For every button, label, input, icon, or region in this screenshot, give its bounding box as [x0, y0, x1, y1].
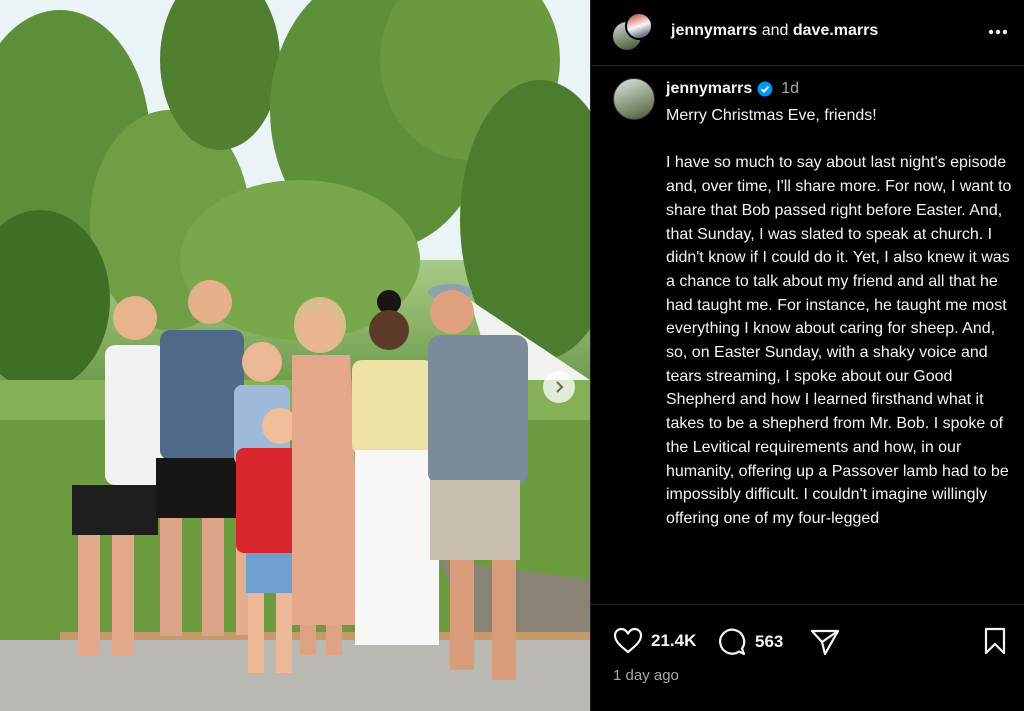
post-date: 1 day ago: [613, 667, 679, 684]
post-photo: [0, 0, 590, 711]
caption-header: jennymarrs 1d: [666, 80, 799, 98]
bookmark-icon: [984, 627, 1006, 655]
collaborators-title: jennymarrs and dave.marrs: [671, 22, 878, 40]
save-button[interactable]: [983, 627, 1007, 655]
post-side-panel: jennymarrs and dave.marrs jennymarrs 1d …: [590, 0, 1024, 711]
caption-area[interactable]: jennymarrs 1d Merry Christmas Eve, frien…: [591, 66, 1024, 604]
next-photo-button[interactable]: [543, 371, 575, 403]
more-horizontal-icon: [988, 29, 1008, 35]
family-photo-illustration: [0, 0, 590, 711]
caption-text: Merry Christmas Eve, friends! I have so …: [666, 104, 1016, 531]
avatar: [625, 12, 653, 40]
more-options-button[interactable]: [985, 20, 1011, 44]
post-header: jennymarrs and dave.marrs: [591, 0, 1024, 66]
caption-paragraph: Merry Christmas Eve, friends!: [666, 107, 877, 124]
caption-timestamp: 1d: [781, 80, 800, 97]
avatar[interactable]: [613, 78, 655, 120]
collaborator-avatars[interactable]: [611, 12, 657, 54]
comment-icon: [719, 628, 746, 656]
like-count: 21.4K: [651, 630, 697, 650]
username-link[interactable]: jennymarrs: [671, 22, 757, 39]
verified-badge-icon: [757, 81, 773, 97]
share-paper-plane-icon: [810, 629, 840, 656]
joiner-text: and: [761, 22, 789, 39]
chevron-right-icon: [556, 381, 564, 393]
like-button[interactable]: 21.4K: [613, 627, 696, 654]
heart-icon: [613, 627, 643, 654]
share-button[interactable]: [809, 627, 841, 657]
comment-count: 563: [755, 632, 784, 651]
caption-paragraph: I have so much to say about last night's…: [666, 154, 1012, 527]
action-bar: 21.4K 563 1 day ago: [591, 604, 1024, 711]
caption-username[interactable]: jennymarrs: [666, 80, 752, 98]
comment-button[interactable]: 563: [717, 627, 783, 657]
username-link[interactable]: dave.marrs: [793, 22, 878, 39]
